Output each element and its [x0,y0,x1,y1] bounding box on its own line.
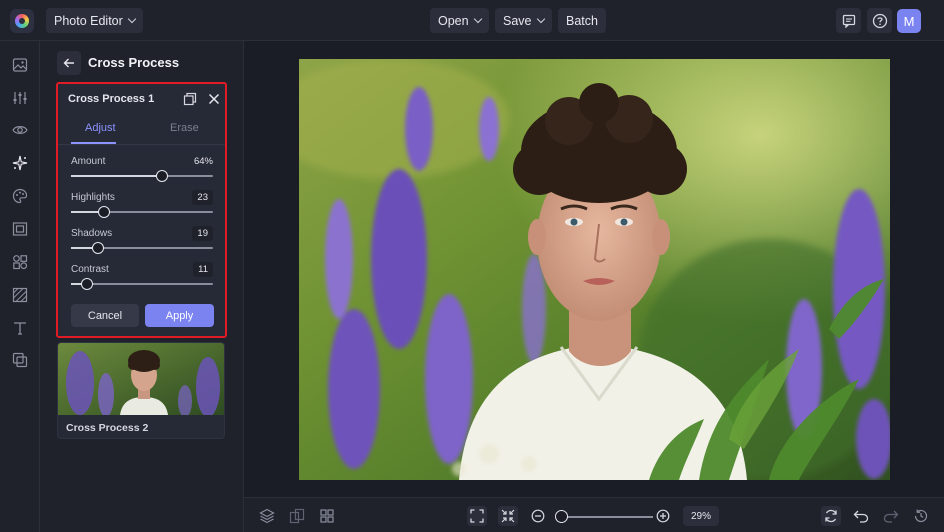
slider-track[interactable] [71,175,213,177]
eye-icon[interactable] [10,120,30,140]
save-label: Save [503,13,532,28]
tool-rail [0,41,40,532]
batch-label: Batch [566,13,598,28]
editor-canvas [244,41,944,497]
slider-handle[interactable] [97,206,110,218]
zoom-in-icon[interactable] [653,506,673,526]
fit-to-screen-icon[interactable] [467,506,487,526]
preset-thumbnail [58,343,224,415]
app-logo-icon[interactable] [10,9,34,33]
slider-label: Shadows [71,228,113,239]
text-icon[interactable] [10,318,30,338]
tab-erase[interactable]: Erase [170,122,199,134]
zoom-out-icon[interactable] [528,506,548,526]
slider-value[interactable]: 11 [193,262,213,277]
edited-photo[interactable] [299,59,890,480]
redo-icon[interactable] [881,506,901,526]
panel-title: Cross Process [88,55,180,70]
sparkle-effects-icon[interactable] [10,153,30,173]
save-button[interactable]: Save [495,8,552,33]
tab-divider [58,144,225,145]
chevron-down-icon [473,14,482,24]
photo-editor-menu-label: Photo Editor [54,13,123,28]
chevron-down-icon [127,14,137,24]
feedback-icon[interactable] [836,8,861,33]
back-arrow-icon[interactable] [57,51,81,75]
photo-editor-menu-button[interactable]: Photo Editor [46,8,143,33]
preset-card[interactable]: Cross Process 2 [57,342,225,439]
close-icon[interactable] [207,92,221,106]
actual-size-icon[interactable] [498,506,518,526]
frame-icon[interactable] [10,219,30,239]
help-icon[interactable] [867,8,892,33]
highlights-slider[interactable]: Highlights 23 [71,190,213,226]
slider-handle[interactable] [91,242,104,254]
tab-adjust[interactable]: Adjust [85,122,116,134]
zoom-value[interactable]: 29% [683,506,719,526]
layers-overlay-icon[interactable] [10,350,30,370]
open-label: Open [438,13,469,28]
zoom-slider-track[interactable] [557,516,653,518]
slider-handle[interactable] [155,170,168,182]
slider-label: Contrast [71,264,109,275]
slider-track[interactable] [71,211,213,213]
slider-value: 64% [193,156,213,167]
texture-icon[interactable] [10,285,30,305]
slider-fill [71,175,162,177]
sliders-icon[interactable] [10,88,30,108]
palette-icon[interactable] [10,186,30,206]
open-button[interactable]: Open [430,8,489,33]
preset-label: Cross Process 2 [66,422,149,434]
effect-settings-card: Cross Process 1 Adjust Erase Amount 64% … [56,82,227,338]
avatar[interactable]: M [897,9,921,33]
slider-handle[interactable] [80,278,93,290]
batch-button[interactable]: Batch [558,8,606,33]
contrast-slider[interactable]: Contrast 11 [71,262,213,298]
refresh-icon[interactable] [821,506,841,526]
image-icon[interactable] [10,55,30,75]
top-bar: Photo Editor Open Save Batch M [0,0,944,41]
avatar-initial: M [903,13,915,29]
effects-panel: Cross Process Cross Process 1 Adjust Era… [40,41,244,532]
slider-label: Highlights [71,192,115,203]
grid-icon[interactable] [317,506,337,526]
slider-label: Amount [71,156,106,167]
apply-button[interactable]: Apply [145,304,214,327]
shapes-icon[interactable] [10,252,30,272]
amount-slider[interactable]: Amount 64% [71,156,213,190]
effect-card-title: Cross Process 1 [68,93,155,105]
cancel-button[interactable]: Cancel [71,304,139,327]
shadows-slider[interactable]: Shadows 19 [71,226,213,262]
history-icon[interactable] [911,506,931,526]
undo-icon[interactable] [851,506,871,526]
chevron-down-icon [536,14,545,24]
bottom-toolbar: 29% [244,497,944,532]
zoom-slider-handle[interactable] [555,510,568,523]
slider-value[interactable]: 23 [192,190,213,205]
compare-icon[interactable] [287,506,307,526]
duplicate-icon[interactable] [183,92,197,106]
layers-icon[interactable] [257,506,277,526]
effect-tabs: Adjust Erase [58,118,225,145]
slider-value[interactable]: 19 [192,226,213,241]
